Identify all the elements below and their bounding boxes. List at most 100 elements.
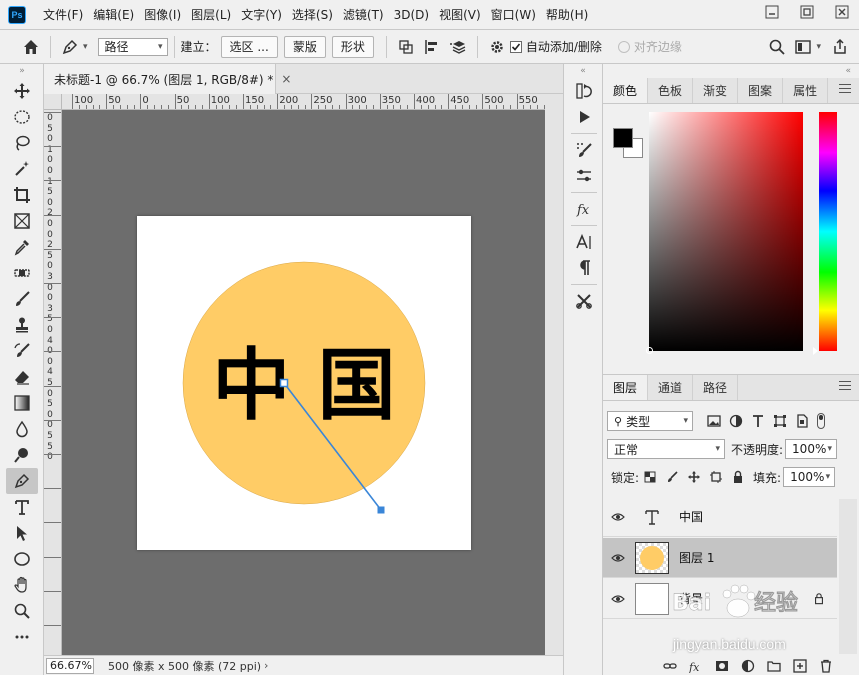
- document-canvas[interactable]: 中 国: [137, 216, 471, 550]
- magic-wand-tool[interactable]: [6, 156, 38, 182]
- menu-image[interactable]: 图像(I): [139, 0, 186, 30]
- tab-properties[interactable]: 属性: [783, 78, 829, 103]
- path-options-button[interactable]: [484, 34, 510, 60]
- fill-field[interactable]: 100% ▾: [783, 467, 836, 487]
- panel-grip[interactable]: »: [0, 64, 43, 78]
- make-shape-button[interactable]: 形状: [331, 35, 374, 58]
- path-selection-tool[interactable]: [6, 520, 38, 546]
- filter-adjustment-button[interactable]: [725, 411, 747, 431]
- minimize-button[interactable]: [754, 0, 789, 24]
- zoom-tool[interactable]: [6, 598, 38, 624]
- layer-row-background[interactable]: 背景: [603, 579, 837, 619]
- new-group-button[interactable]: [761, 657, 787, 675]
- layers-scrollbar[interactable]: [839, 499, 857, 654]
- pen-mode-select[interactable]: 路径 ▾: [97, 37, 168, 56]
- filter-pixel-button[interactable]: [703, 411, 725, 431]
- filter-shape-button[interactable]: [769, 411, 791, 431]
- link-layers-button[interactable]: [657, 657, 683, 675]
- menu-edit[interactable]: 编辑(E): [88, 0, 139, 30]
- menu-layer[interactable]: 图层(L): [186, 0, 236, 30]
- panel-menu-icon[interactable]: [839, 381, 851, 393]
- history-panel-button[interactable]: [564, 78, 604, 104]
- pen-tool[interactable]: [6, 468, 38, 494]
- close-window-button[interactable]: [824, 0, 859, 24]
- menu-window[interactable]: 窗口(W): [486, 0, 541, 30]
- layer-visibility-toggle[interactable]: [603, 553, 633, 563]
- healing-brush-tool[interactable]: [6, 260, 38, 286]
- workspace-button[interactable]: [790, 34, 816, 60]
- move-tool[interactable]: [6, 78, 38, 104]
- paragraph-panel-button[interactable]: [564, 255, 604, 281]
- menu-3d[interactable]: 3D(D): [389, 0, 434, 30]
- layer-row-layer1[interactable]: 图层 1: [603, 538, 837, 578]
- ruler-origin[interactable]: [44, 94, 62, 110]
- document-tab[interactable]: 未标题-1 @ 66.7% (图层 1, RGB/8#) * ×: [44, 64, 291, 94]
- maximize-button[interactable]: [789, 0, 824, 24]
- filter-smart-object-button[interactable]: [791, 411, 813, 431]
- frame-tool[interactable]: [6, 208, 38, 234]
- lock-all-button[interactable]: [727, 467, 749, 487]
- close-tab-button[interactable]: ×: [281, 72, 291, 86]
- tab-channels[interactable]: 通道: [648, 375, 694, 400]
- layer-visibility-toggle[interactable]: [603, 594, 633, 604]
- lasso-tool[interactable]: [6, 130, 38, 156]
- adjustments-panel-button[interactable]: [564, 163, 604, 189]
- make-mask-button[interactable]: 蒙版: [283, 35, 326, 58]
- anchor-point[interactable]: [279, 378, 289, 388]
- direction-handle[interactable]: [377, 506, 385, 514]
- layer-visibility-toggle[interactable]: [603, 512, 633, 522]
- hue-slider-thumb[interactable]: [813, 347, 818, 355]
- tab-gradients[interactable]: 渐变: [693, 78, 739, 103]
- ellipse-tool[interactable]: [6, 546, 38, 572]
- search-button[interactable]: [764, 34, 790, 60]
- tool-preset-picker[interactable]: [57, 34, 83, 60]
- make-selection-button[interactable]: 选区 ...: [220, 35, 278, 58]
- brush-settings-button[interactable]: [564, 137, 604, 163]
- lock-pixels-button[interactable]: [661, 467, 683, 487]
- add-mask-button[interactable]: [709, 657, 735, 675]
- tab-color[interactable]: 颜色: [603, 78, 649, 103]
- lock-artboard-button[interactable]: [705, 467, 727, 487]
- menu-filter[interactable]: 滤镜(T): [338, 0, 389, 30]
- character-panel-button[interactable]: [564, 229, 604, 255]
- foreground-color-swatch[interactable]: [613, 128, 633, 148]
- edit-toolbar-button[interactable]: [6, 624, 38, 650]
- zoom-level-field[interactable]: 66.67%: [46, 657, 94, 674]
- type-tool[interactable]: [6, 494, 38, 520]
- delete-layer-button[interactable]: [813, 657, 839, 675]
- tab-patterns[interactable]: 图案: [738, 78, 784, 103]
- vertical-scrollbar[interactable]: [545, 94, 563, 655]
- history-brush-tool[interactable]: [6, 338, 38, 364]
- tool-presets-button[interactable]: [564, 288, 604, 314]
- filter-toggle[interactable]: [817, 413, 825, 429]
- panel-grip[interactable]: «: [603, 64, 859, 78]
- auto-add-delete-checkbox[interactable]: [509, 40, 522, 53]
- layer-style-button[interactable]: fx: [683, 657, 709, 675]
- brush-tool[interactable]: [6, 286, 38, 312]
- menu-view[interactable]: 视图(V): [434, 0, 486, 30]
- tab-paths[interactable]: 路径: [693, 375, 739, 400]
- dodge-tool[interactable]: [6, 442, 38, 468]
- path-arrangement-button[interactable]: [445, 34, 471, 60]
- path-operations-button[interactable]: [393, 34, 419, 60]
- hue-slider[interactable]: [813, 112, 837, 355]
- tab-layers[interactable]: 图层: [603, 375, 649, 400]
- share-button[interactable]: [827, 34, 853, 60]
- layer-row-text[interactable]: 中国: [603, 497, 837, 537]
- align-edges-checkbox[interactable]: [617, 40, 630, 53]
- crop-tool[interactable]: [6, 182, 38, 208]
- layer-filter-select[interactable]: ⚲ 类型 ▾: [607, 411, 693, 431]
- styles-panel-button[interactable]: fx: [564, 196, 604, 222]
- eyedropper-tool[interactable]: [6, 234, 38, 260]
- actions-panel-button[interactable]: [564, 104, 604, 130]
- lock-transparency-button[interactable]: [639, 467, 661, 487]
- color-picker-field[interactable]: [646, 112, 803, 354]
- clone-stamp-tool[interactable]: [6, 312, 38, 338]
- hand-tool[interactable]: [6, 572, 38, 598]
- path-alignment-button[interactable]: [419, 34, 445, 60]
- eraser-tool[interactable]: [6, 364, 38, 390]
- vertical-ruler[interactable]: 050100150200250300350400450500550: [44, 110, 62, 655]
- home-button[interactable]: [18, 34, 44, 60]
- canvas-area[interactable]: 中 国: [62, 110, 545, 655]
- lock-position-button[interactable]: [683, 467, 705, 487]
